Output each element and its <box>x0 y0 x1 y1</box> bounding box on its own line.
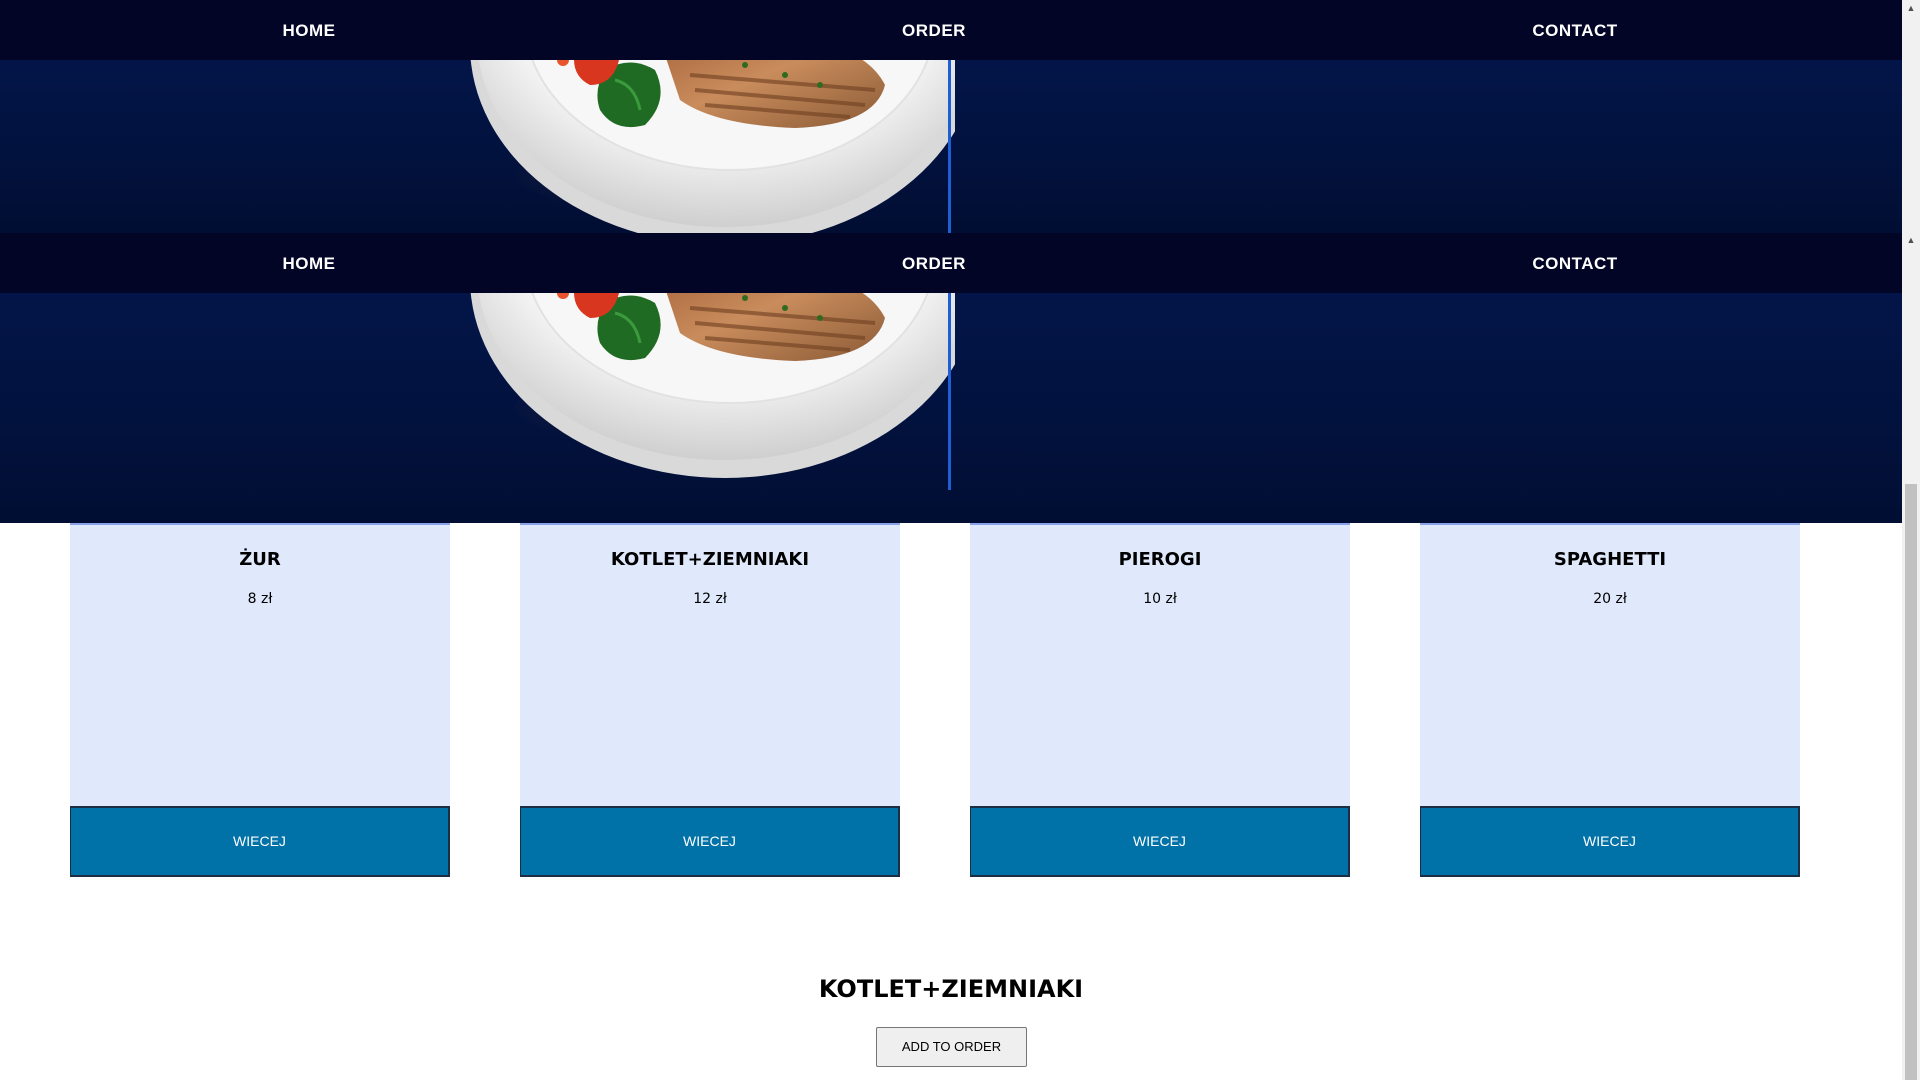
menu-card-zur: ŻUR 8 zł WIECEJ <box>70 523 450 877</box>
nav-home-link[interactable]: HOME <box>283 233 336 293</box>
menu-card-title: ŻUR <box>239 549 281 570</box>
nav-order-link[interactable]: ORDER <box>902 0 966 60</box>
hero-divider-line <box>948 293 951 490</box>
scroll-up-arrow-icon[interactable]: ▲ <box>1902 0 1920 17</box>
food-plate-image <box>455 293 955 478</box>
more-button[interactable]: WIECEJ <box>970 806 1350 877</box>
menu-card-title: KOTLET+ZIEMNIAKI <box>610 549 810 570</box>
add-to-order-button[interactable]: ADD TO ORDER <box>876 1027 1027 1067</box>
more-button[interactable]: WIECEJ <box>70 806 450 877</box>
top-nav: HOME ORDER CONTACT <box>0 0 1902 60</box>
menu-card-pierogi: PIEROGI 10 zł WIECEJ <box>970 523 1350 877</box>
menu-card-title: SPAGHETTI <box>1553 549 1667 570</box>
hero-banner-duplicate <box>0 293 1902 523</box>
nav-order-link[interactable]: ORDER <box>902 233 966 293</box>
menu-card-price: 12 zł <box>693 591 727 607</box>
nav-contact-link[interactable]: CONTACT <box>1532 0 1617 60</box>
vertical-scrollbar[interactable]: ▲ ▲ <box>1902 0 1920 1080</box>
menu-card-price: 10 zł <box>1143 591 1177 607</box>
menu-card-title: PIEROGI <box>1118 549 1202 570</box>
menu-card-kotlet: KOTLET+ZIEMNIAKI 12 zł WIECEJ <box>520 523 900 877</box>
hero-divider-line <box>948 60 951 233</box>
hero-banner <box>0 60 1902 233</box>
nav-contact-link[interactable]: CONTACT <box>1532 233 1617 293</box>
top-nav-duplicate: HOME ORDER CONTACT <box>0 233 1902 293</box>
more-button[interactable]: WIECEJ <box>520 806 900 877</box>
selected-item-title: KOTLET+ZIEMNIAKI <box>818 975 1084 1003</box>
food-plate-image <box>455 60 955 233</box>
menu-card-price: 8 zł <box>247 591 273 607</box>
scroll-down-arrow-icon[interactable]: ▲ <box>1902 232 1920 249</box>
menu-card-price: 20 zł <box>1593 591 1627 607</box>
nav-home-link[interactable]: HOME <box>283 0 336 60</box>
scrollbar-thumb[interactable] <box>1905 484 1917 1080</box>
page: HOME ORDER CONTACT HOME ORDER CONTACT ŻU… <box>0 0 1902 1080</box>
more-button[interactable]: WIECEJ <box>1420 806 1800 877</box>
menu-card-spaghetti: SPAGHETTI 20 zł WIECEJ <box>1420 523 1800 877</box>
